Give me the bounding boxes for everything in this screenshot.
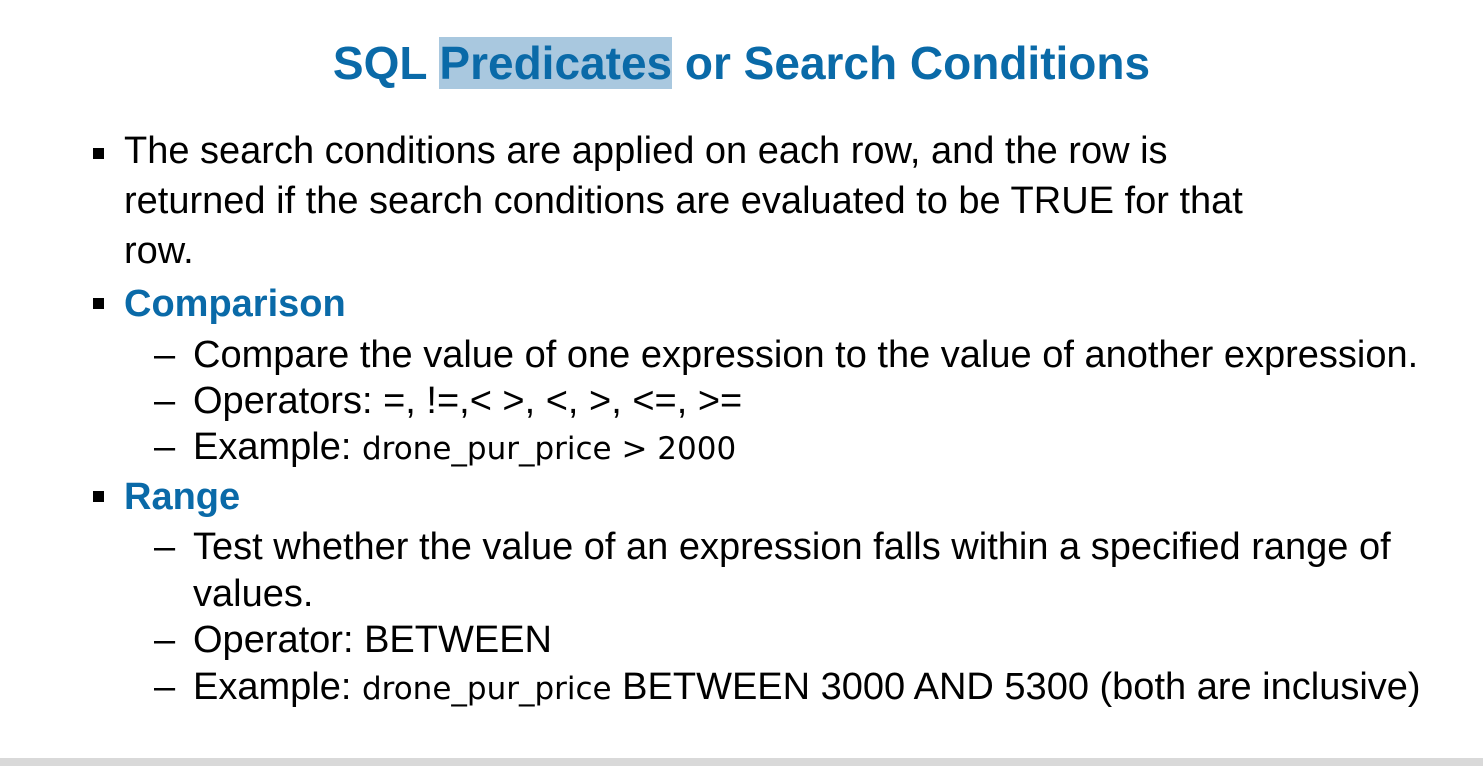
comparison-heading: Comparison bbox=[124, 283, 346, 325]
range-heading: Range bbox=[124, 476, 241, 518]
intro-line-1: The search conditions are applied on eac… bbox=[124, 130, 1168, 172]
intro-line-3: row. bbox=[124, 230, 194, 272]
slide-title: SQL Predicates or Search Conditions bbox=[0, 36, 1483, 90]
example-label: Example: bbox=[193, 426, 362, 468]
title-highlight: Predicates bbox=[439, 37, 673, 89]
example-rest: BETWEEN 3000 AND 5300 (both are inclusiv… bbox=[611, 666, 1421, 708]
dash-marker: – bbox=[154, 334, 176, 376]
range-item-1-line-1: Test whether the value of an expression … bbox=[193, 526, 1391, 568]
slide: SQL Predicates or Search Conditions The … bbox=[0, 0, 1483, 758]
dash-marker: – bbox=[154, 619, 176, 661]
comparison-item-1: Compare the value of one expression to t… bbox=[193, 334, 1419, 376]
dash-marker: – bbox=[154, 380, 176, 422]
bullet-intro bbox=[93, 148, 104, 159]
dash-marker: – bbox=[154, 426, 176, 468]
example-code: drone_pur_price bbox=[361, 671, 612, 707]
example-code: drone_pur_price > 2000 bbox=[361, 431, 737, 467]
bullet-comparison bbox=[93, 298, 104, 309]
title-pre: SQL bbox=[332, 37, 440, 89]
dash-marker: – bbox=[154, 666, 176, 708]
title-post: or Search Conditions bbox=[672, 37, 1151, 89]
comparison-item-2: Operators: =, !=,< >, <, >, <=, >= bbox=[193, 380, 743, 422]
bullet-range bbox=[93, 491, 104, 502]
bottom-bar bbox=[0, 758, 1483, 766]
range-item-3: Example: drone_pur_price BETWEEN 3000 AN… bbox=[193, 664, 1421, 712]
example-label: Example: bbox=[193, 666, 362, 708]
range-item-2: Operator: BETWEEN bbox=[193, 619, 552, 661]
range-item-1-line-2: values. bbox=[193, 573, 314, 615]
dash-marker: – bbox=[154, 526, 176, 568]
comparison-item-3: Example: drone_pur_price > 2000 bbox=[193, 424, 736, 472]
intro-line-2: returned if the search conditions are ev… bbox=[124, 180, 1243, 222]
